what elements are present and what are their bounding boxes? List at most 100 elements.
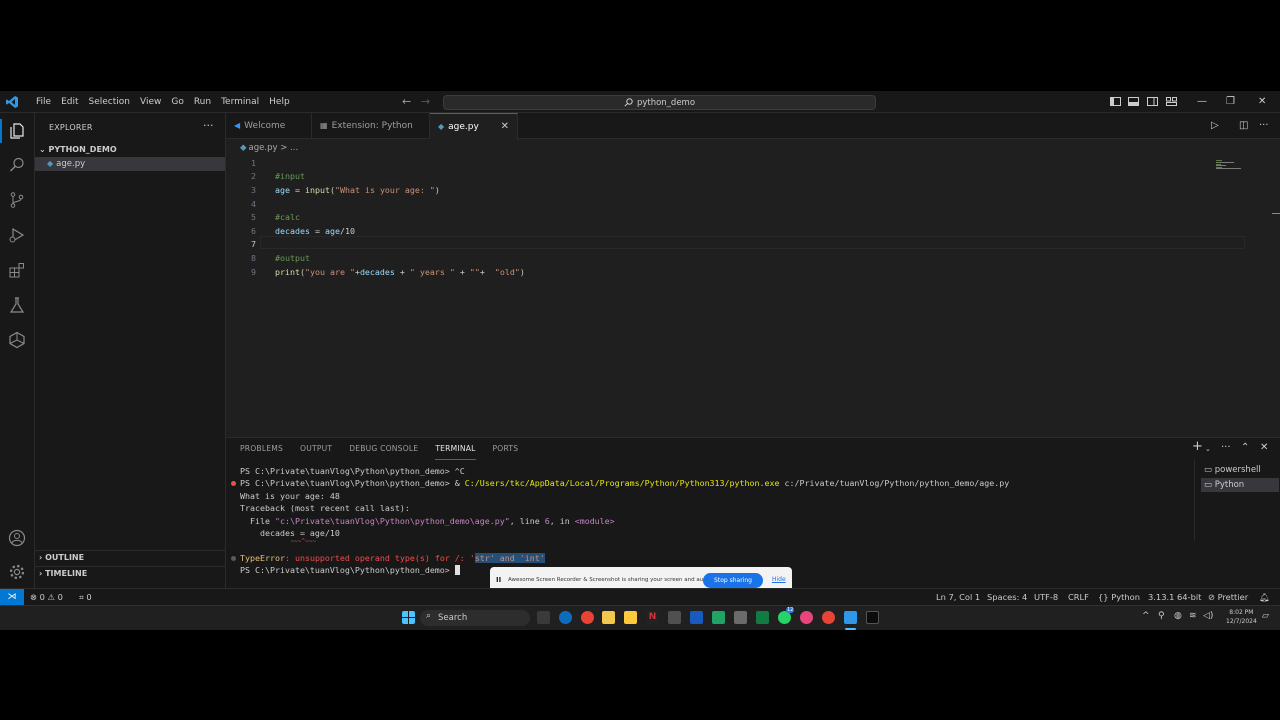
indentation[interactable]: Spaces: 4 xyxy=(987,589,1027,605)
notifications-icon[interactable]: 🔔︎ xyxy=(1259,589,1270,605)
wifi-icon[interactable]: ≋ xyxy=(1189,611,1197,621)
file-explorer-icon[interactable] xyxy=(602,611,615,624)
breadcrumb-file[interactable]: age.py xyxy=(249,143,278,153)
netflix-icon[interactable]: N xyxy=(646,611,659,624)
command-center-search[interactable]: python_demo xyxy=(443,95,876,110)
search-icon[interactable] xyxy=(8,156,26,174)
edge-icon[interactable] xyxy=(559,611,572,624)
source-control-icon[interactable] xyxy=(8,191,26,209)
tray-chevron-icon[interactable]: ^ xyxy=(1142,611,1150,621)
scrollbar-marker[interactable] xyxy=(1272,213,1280,214)
python-file-icon: ◆ xyxy=(438,122,445,131)
tab-output[interactable]: OUTPUT xyxy=(300,438,332,460)
terminal-icon[interactable] xyxy=(866,611,879,624)
customize-layout-icon[interactable] xyxy=(1166,96,1177,107)
encoding[interactable]: UTF-8 xyxy=(1034,589,1058,605)
python-interpreter[interactable]: 3.13.1 64-bit xyxy=(1148,589,1201,605)
tray-app-icon[interactable]: ⚲ xyxy=(1158,611,1165,621)
errors-indicator[interactable]: ⊗ 0 ⚠ 0 xyxy=(30,589,63,605)
run-python-file-icon[interactable]: ▷ xyxy=(1211,120,1219,131)
more-actions-icon[interactable]: ··· xyxy=(1221,442,1231,453)
menu-help[interactable]: Help xyxy=(264,91,295,113)
prompt: PS C:\Private\tuanVlog\Python\python_dem… xyxy=(240,478,455,488)
code-editor[interactable]: 1 2 3 4 5 6 7 8 9 #input age = input("Wh… xyxy=(226,155,1280,437)
close-tab-icon[interactable]: ✕ xyxy=(501,114,509,140)
run-debug-icon[interactable] xyxy=(8,226,26,244)
ports-indicator[interactable]: ⌗ 0 xyxy=(79,589,92,605)
close-panel-icon[interactable]: ✕ xyxy=(1260,442,1268,453)
warning-count: 0 xyxy=(57,592,63,602)
app-icon[interactable] xyxy=(800,611,813,624)
menu-edit[interactable]: Edit xyxy=(56,91,83,113)
minimize-icon[interactable]: — xyxy=(1197,94,1207,110)
tab-welcome[interactable]: ◀ Welcome xyxy=(226,113,312,139)
language-mode[interactable]: {} Python xyxy=(1098,589,1140,605)
chrome-icon[interactable] xyxy=(822,611,835,624)
word-icon[interactable] xyxy=(690,611,703,624)
testing-icon[interactable] xyxy=(8,296,26,314)
gear-icon[interactable] xyxy=(8,563,26,581)
terminal-icon: ▭ xyxy=(1204,480,1215,490)
remote-explorer-icon[interactable] xyxy=(8,331,26,349)
terminal-powershell[interactable]: ▭ powershell xyxy=(1201,463,1279,477)
menu-file[interactable]: File xyxy=(31,91,56,113)
back-arrow-icon[interactable]: ← xyxy=(402,96,411,108)
more-actions-icon[interactable]: ··· xyxy=(203,119,214,132)
timeline-section[interactable]: › TIMELINE xyxy=(35,566,225,580)
restore-icon[interactable]: ❐ xyxy=(1226,94,1235,110)
accounts-icon[interactable] xyxy=(8,529,26,547)
script-path: c:/Private/tuanVlog/Python/python_demo/a… xyxy=(779,478,1010,488)
split-editor-icon[interactable]: ◫ xyxy=(1239,120,1248,131)
vscode-icon[interactable] xyxy=(844,611,857,624)
explorer-icon[interactable] xyxy=(8,122,26,140)
minimap[interactable] xyxy=(1216,159,1242,169)
sticky-notes-icon[interactable] xyxy=(624,611,637,624)
breadcrumb-rest[interactable]: > ... xyxy=(280,143,298,153)
outline-section[interactable]: › OUTLINE xyxy=(35,550,225,564)
prettier-indicator[interactable]: ⊘ Prettier xyxy=(1208,589,1248,605)
menu-go[interactable]: Go xyxy=(166,91,188,113)
toggle-panel-icon[interactable] xyxy=(1128,96,1139,107)
tab-debug-console[interactable]: DEBUG CONSOLE xyxy=(349,438,418,460)
chrome-icon[interactable] xyxy=(581,611,594,624)
new-terminal-icon[interactable]: + xyxy=(1192,439,1203,454)
tray-app-icon[interactable]: ◍ xyxy=(1174,611,1182,621)
windows-start-icon[interactable] xyxy=(402,611,415,624)
app-icon[interactable] xyxy=(668,611,681,624)
terminal-python[interactable]: ▭ Python xyxy=(1201,478,1279,492)
taskbar-search[interactable]: Search xyxy=(420,610,530,626)
line-ending[interactable]: CRLF xyxy=(1068,589,1089,605)
chevron-down-icon[interactable]: ⌄ xyxy=(1205,445,1211,453)
folder-python-demo[interactable]: ⌄ PYTHON_DEMO xyxy=(35,143,225,156)
command-decoration-icon[interactable] xyxy=(231,556,236,561)
tab-age-py[interactable]: ◆ age.py ✕ xyxy=(430,113,518,140)
stop-sharing-button[interactable]: Stop sharing xyxy=(703,573,763,588)
extensions-icon[interactable] xyxy=(8,261,26,279)
tab-ports[interactable]: PORTS xyxy=(493,438,519,460)
more-actions-icon[interactable]: ··· xyxy=(1259,120,1269,131)
forward-arrow-icon[interactable]: → xyxy=(421,96,430,108)
cursor-position[interactable]: Ln 7, Col 1 xyxy=(936,589,980,605)
close-window-icon[interactable]: ✕ xyxy=(1258,94,1266,110)
toggle-primary-sidebar-icon[interactable] xyxy=(1110,96,1121,107)
tab-extension-python[interactable]: ▦ Extension: Python xyxy=(312,113,430,139)
notifications-icon[interactable]: ▱ xyxy=(1262,611,1269,621)
error-decoration-icon[interactable] xyxy=(231,481,236,486)
menu-terminal[interactable]: Terminal xyxy=(216,91,264,113)
tab-terminal[interactable]: TERMINAL xyxy=(435,438,476,460)
task-view-icon[interactable] xyxy=(537,611,550,624)
excel-icon[interactable] xyxy=(756,611,769,624)
panel-tabs: PROBLEMS OUTPUT DEBUG CONSOLE TERMINAL P… xyxy=(240,438,535,460)
tab-problems[interactable]: PROBLEMS xyxy=(240,438,283,460)
maximize-panel-icon[interactable]: ⌃ xyxy=(1241,442,1249,453)
file-age-py[interactable]: ◆ age.py xyxy=(35,157,225,171)
taskbar-clock[interactable]: 8:02 PM 12/7/2024 xyxy=(1226,608,1257,626)
menu-view[interactable]: View xyxy=(135,91,166,113)
excel-icon[interactable] xyxy=(712,611,725,624)
volume-icon[interactable]: ◁) xyxy=(1203,611,1213,621)
remote-indicator-icon[interactable]: ⋊ xyxy=(0,589,24,605)
menu-selection[interactable]: Selection xyxy=(84,91,135,113)
app-icon[interactable] xyxy=(734,611,747,624)
toggle-secondary-sidebar-icon[interactable] xyxy=(1147,96,1158,107)
menu-run[interactable]: Run xyxy=(189,91,216,113)
